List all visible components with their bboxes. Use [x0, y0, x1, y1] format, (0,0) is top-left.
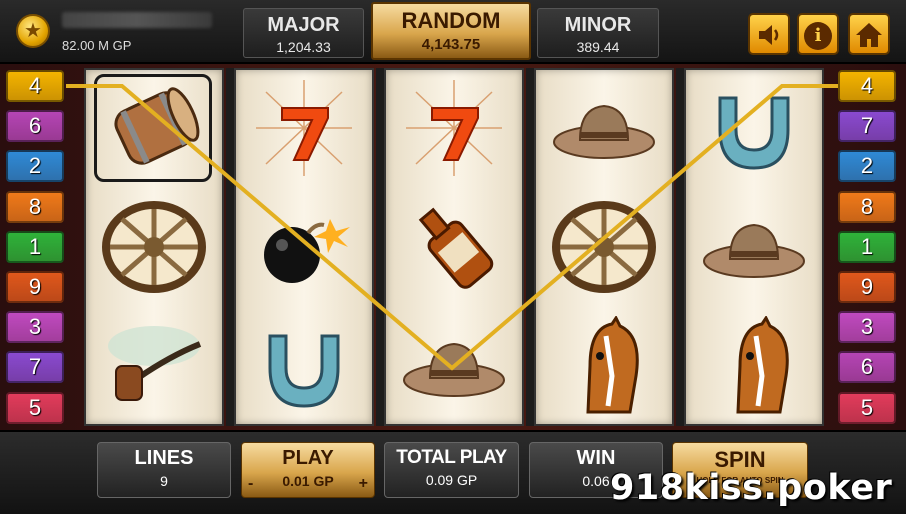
- pipe-icon: [108, 326, 202, 401]
- reel-cell: [386, 308, 522, 427]
- payline-tab-right[interactable]: 7: [838, 110, 896, 143]
- bet-decrease-button[interactable]: -: [248, 475, 253, 493]
- reel-cell: [686, 308, 822, 427]
- total-play-value: 0.09 GP: [425, 472, 478, 488]
- payline-tab-left[interactable]: 3: [6, 311, 64, 344]
- cowboy-hat-icon: [703, 223, 805, 278]
- reel-3: [384, 68, 524, 426]
- reel-cell: [536, 308, 672, 427]
- payline-tab-right[interactable]: 2: [838, 150, 896, 183]
- reel-cell: [86, 308, 222, 427]
- wagon-wheel-icon: [552, 201, 656, 293]
- lucky-seven-icon: [406, 80, 502, 176]
- payline-tab-left[interactable]: 5: [6, 391, 64, 424]
- minor-jackpot-label: MINOR: [564, 14, 632, 36]
- random-jackpot: RANDOM 4,143.75: [371, 2, 531, 60]
- info-icon: i: [804, 22, 832, 50]
- bet-increase-button[interactable]: +: [359, 475, 368, 493]
- sound-button[interactable]: [748, 13, 790, 55]
- cowboy-hat-icon: [403, 342, 505, 397]
- reel-cell: [86, 70, 222, 189]
- major-jackpot: MAJOR 1,204.33: [243, 8, 364, 58]
- payline-tab-right[interactable]: 3: [838, 311, 896, 344]
- payline-tab-right[interactable]: 4: [838, 70, 896, 102]
- reel-cell: [536, 70, 672, 189]
- total-play-panel: TOTAL PLAY 0.09 GP: [384, 442, 519, 498]
- horseshoe-icon: [268, 334, 340, 408]
- reel-divider: [376, 68, 384, 426]
- reel-cell: [686, 70, 822, 189]
- lines-button[interactable]: LINES 9: [97, 442, 231, 498]
- info-button[interactable]: i: [797, 13, 839, 55]
- bomb-icon: [264, 219, 350, 283]
- speaker-icon: [759, 25, 779, 45]
- payline-tab-left[interactable]: 2: [6, 150, 64, 183]
- reel-4: [534, 68, 674, 426]
- major-jackpot-label: MAJOR: [267, 14, 340, 36]
- horse-head-icon: [736, 316, 789, 414]
- random-jackpot-value: 4,143.75: [421, 36, 481, 53]
- reel-5: [684, 68, 824, 426]
- total-play-label: TOTAL PLAY: [396, 447, 507, 468]
- reel-cell: [86, 189, 222, 308]
- payline-tab-left[interactable]: 4: [6, 70, 64, 102]
- major-jackpot-value: 1,204.33: [276, 39, 331, 55]
- play-label: PLAY: [282, 447, 334, 469]
- payline-tab-right[interactable]: 1: [838, 230, 896, 263]
- reel-1: [84, 68, 224, 426]
- reel-cell: [236, 308, 372, 427]
- payline-tab-left[interactable]: 8: [6, 190, 64, 223]
- wagon-wheel-icon: [102, 201, 206, 293]
- win-label: WIN: [576, 447, 616, 469]
- barrel-icon: [114, 87, 200, 165]
- random-jackpot-label: RANDOM: [401, 8, 501, 33]
- payline-tab-right[interactable]: 6: [838, 351, 896, 384]
- reel-area: [0, 64, 906, 430]
- horseshoe-icon: [718, 96, 790, 170]
- payline-tab-left[interactable]: 9: [6, 271, 64, 303]
- lucky-seven-icon: [256, 80, 352, 176]
- play-value: 0.01 GP: [282, 473, 334, 489]
- watermark: 918kiss.poker: [610, 468, 893, 508]
- whiskey-bottle-icon: [418, 207, 494, 289]
- reel-divider: [226, 68, 234, 426]
- minor-jackpot-value: 389.44: [576, 39, 620, 55]
- payline-tab-right[interactable]: 5: [838, 391, 896, 424]
- reel-cell: [686, 189, 822, 308]
- reel-divider: [526, 68, 534, 426]
- top-bar: ★ 82.00 M GP MAJOR 1,204.33 RANDOM 4,143…: [0, 0, 906, 64]
- reel-cell: [236, 70, 372, 189]
- payline-tab-left[interactable]: 1: [6, 230, 64, 263]
- reel-cell: [236, 189, 372, 308]
- player-name-blurred: [62, 12, 212, 28]
- payline-tab-left[interactable]: 7: [6, 351, 64, 384]
- payline-tab-left[interactable]: 6: [6, 110, 64, 143]
- home-button[interactable]: [848, 13, 890, 55]
- reel-cell: [386, 70, 522, 189]
- reel-2: [234, 68, 374, 426]
- payline-tab-right[interactable]: 8: [838, 190, 896, 223]
- lines-value: 9: [160, 473, 168, 489]
- reel-cell: [536, 189, 672, 308]
- reel-cell: [386, 189, 522, 308]
- reel-divider: [676, 68, 684, 426]
- player-balance: 82.00 M GP: [62, 38, 132, 53]
- lines-label: LINES: [134, 447, 194, 469]
- home-icon: [856, 23, 882, 47]
- payline-tab-right[interactable]: 9: [838, 271, 896, 303]
- cowboy-hat-icon: [553, 104, 655, 159]
- horse-head-icon: [586, 316, 639, 414]
- minor-jackpot: MINOR 389.44: [537, 8, 659, 58]
- play-bet-panel: PLAY - 0.01 GP +: [241, 442, 375, 498]
- coin-icon: ★: [16, 14, 50, 48]
